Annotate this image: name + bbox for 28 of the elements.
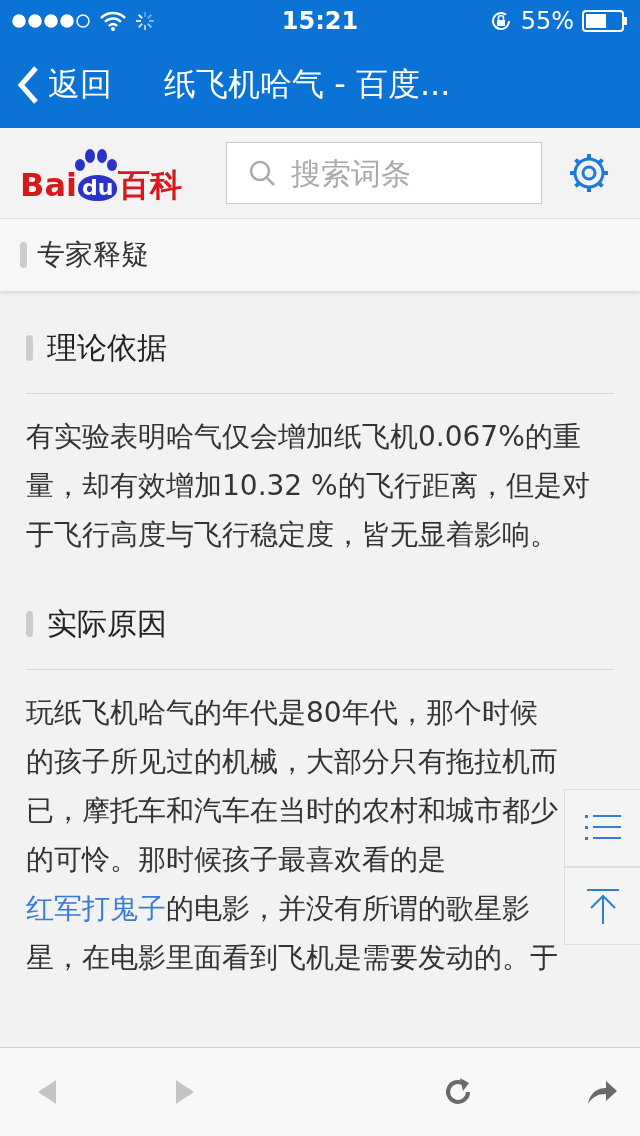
section-heading: 实际原因 — [47, 604, 167, 643]
contents-button[interactable] — [564, 789, 640, 867]
status-time: 15:21 — [281, 7, 359, 35]
signal-icon — [12, 14, 92, 28]
arrow-up-icon — [586, 888, 619, 924]
curved-arrow-icon — [586, 1078, 618, 1106]
chevron-left-icon — [16, 65, 40, 105]
battery-percent: 55% — [520, 7, 574, 35]
section-heading: 理论依据 — [47, 328, 167, 367]
article-link[interactable]: 红军打鬼子 — [26, 892, 166, 925]
back-to-top-button[interactable] — [564, 867, 640, 945]
section-title: 专家释疑 — [37, 237, 149, 273]
section-marker — [20, 242, 27, 268]
logo: Bai du 百科 — [20, 145, 204, 201]
wifi-icon — [100, 11, 126, 31]
triangle-right-icon — [174, 1078, 196, 1106]
battery-icon — [582, 10, 628, 32]
section-marker — [26, 335, 33, 361]
search-field[interactable]: 搜索词条 — [226, 142, 542, 204]
triangle-left-icon — [36, 1078, 58, 1106]
article-paragraph: 有实验表明哈气仅会增加纸飞机0.067%的重量，却有效增加10.32 %的飞行距离，但是对于飞行高度与飞行稳定度，皆无显着影响。 — [26, 419, 591, 553]
section-marker — [26, 611, 33, 637]
spinner-icon — [134, 10, 156, 32]
page-title: 纸飞机哈气 - 百度... — [164, 64, 451, 105]
search-icon — [248, 159, 276, 187]
settings-icon[interactable] — [568, 152, 610, 194]
back-button[interactable]: 返回 — [16, 63, 112, 107]
list-icon — [584, 813, 621, 843]
